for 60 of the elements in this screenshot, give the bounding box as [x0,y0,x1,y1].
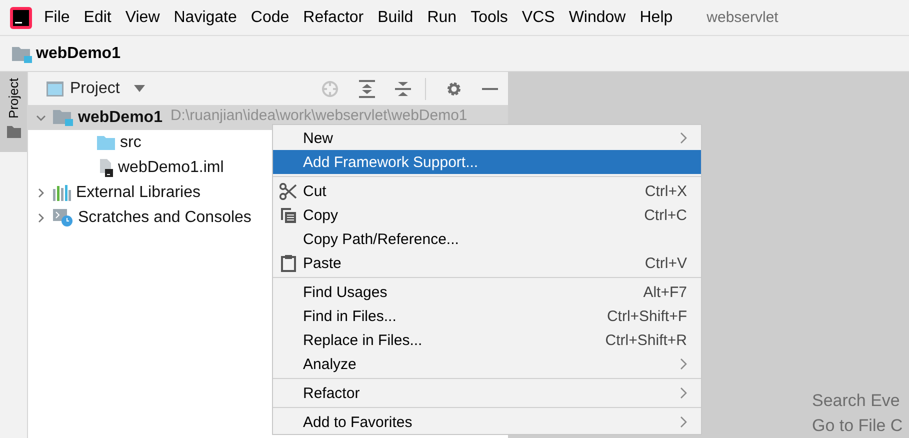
settings-icon[interactable] [446,80,462,96]
menu-item[interactable]: Add to Favorites [273,410,701,434]
collapse-all-icon[interactable] [395,80,411,98]
module-folder-icon [53,109,73,126]
menu-item[interactable]: Help [640,8,673,26]
shortcut-text: Ctrl+Shift+F [606,308,687,324]
expand-all-icon[interactable] [359,80,375,98]
menu-item[interactable]: Navigate [174,8,237,26]
menu-item[interactable]: Cut Ctrl+X [273,179,701,203]
menu-item[interactable]: Add Framework Support... [273,150,701,174]
menu-item[interactable]: Refactor [273,381,701,405]
menu-item[interactable]: Paste Ctrl+V [273,251,701,275]
shortcut-text: Ctrl+V [644,254,687,272]
menu-item[interactable]: Edit [84,8,112,26]
minimize-icon[interactable] [482,86,498,90]
library-bars-icon [53,184,71,200]
editor-hint: Search Eve [812,390,901,412]
panel-title[interactable]: Project [70,80,120,98]
menu-item[interactable]: Find in Files... Ctrl+Shift+F [273,304,701,328]
app-logo-icon [10,6,32,28]
copy-icon [280,206,296,224]
file-icon [97,158,113,176]
menu-item[interactable]: Run [427,8,457,26]
shortcut-text: Alt+F7 [643,284,687,300]
tree-label: webDemo1 [78,108,162,126]
shortcut-text: Ctrl+X [644,182,687,200]
tree-label: External Libraries [76,184,200,202]
dropdown-caret-icon[interactable] [134,85,145,92]
window-title: webservlet [706,9,778,26]
scratch-clock-icon [53,208,73,226]
shortcut-text: Ctrl+Shift+R [605,332,687,348]
path-text: D:\ruanjian\idea\work\webservlet\webDemo1 [170,108,468,124]
window-icon [46,80,64,96]
menu-item[interactable]: Code [250,8,290,26]
menu-item[interactable]: File [44,8,70,26]
shortcut-text: Ctrl+C [644,206,687,224]
menu-item[interactable]: Find Usages Alt+F7 [273,280,701,304]
breadcrumb-item[interactable]: webDemo1 [36,44,120,62]
chevron-down-icon[interactable] [36,112,46,122]
menu-item[interactable]: VCS [522,8,555,26]
clipboard-icon [280,254,296,272]
menu-item[interactable]: Tools [470,8,508,26]
tree-label: Scratches and Consoles [78,208,252,226]
menu-item[interactable]: Window [568,8,626,26]
tree-label: src [120,134,142,152]
editor-hint: Go to File C [812,415,904,437]
scissors-icon [279,182,297,200]
menu-item[interactable]: Copy Path/Reference... [273,227,701,251]
menu-item[interactable]: View [125,8,160,26]
folder-icon [97,136,115,150]
menu-item[interactable]: Build [378,8,414,26]
menu-item[interactable]: Analyze [273,352,701,376]
module-folder-icon [12,44,32,62]
menu-item[interactable]: Replace in Files... Ctrl+Shift+R [273,328,701,352]
folder-icon [6,126,20,138]
chevron-right-icon[interactable] [36,188,46,198]
tree-label: webDemo1.iml [118,158,224,176]
chevron-right-icon[interactable] [36,212,46,222]
menu-item[interactable]: Copy Ctrl+C [273,203,701,227]
menu-item[interactable]: Refactor [303,8,364,26]
